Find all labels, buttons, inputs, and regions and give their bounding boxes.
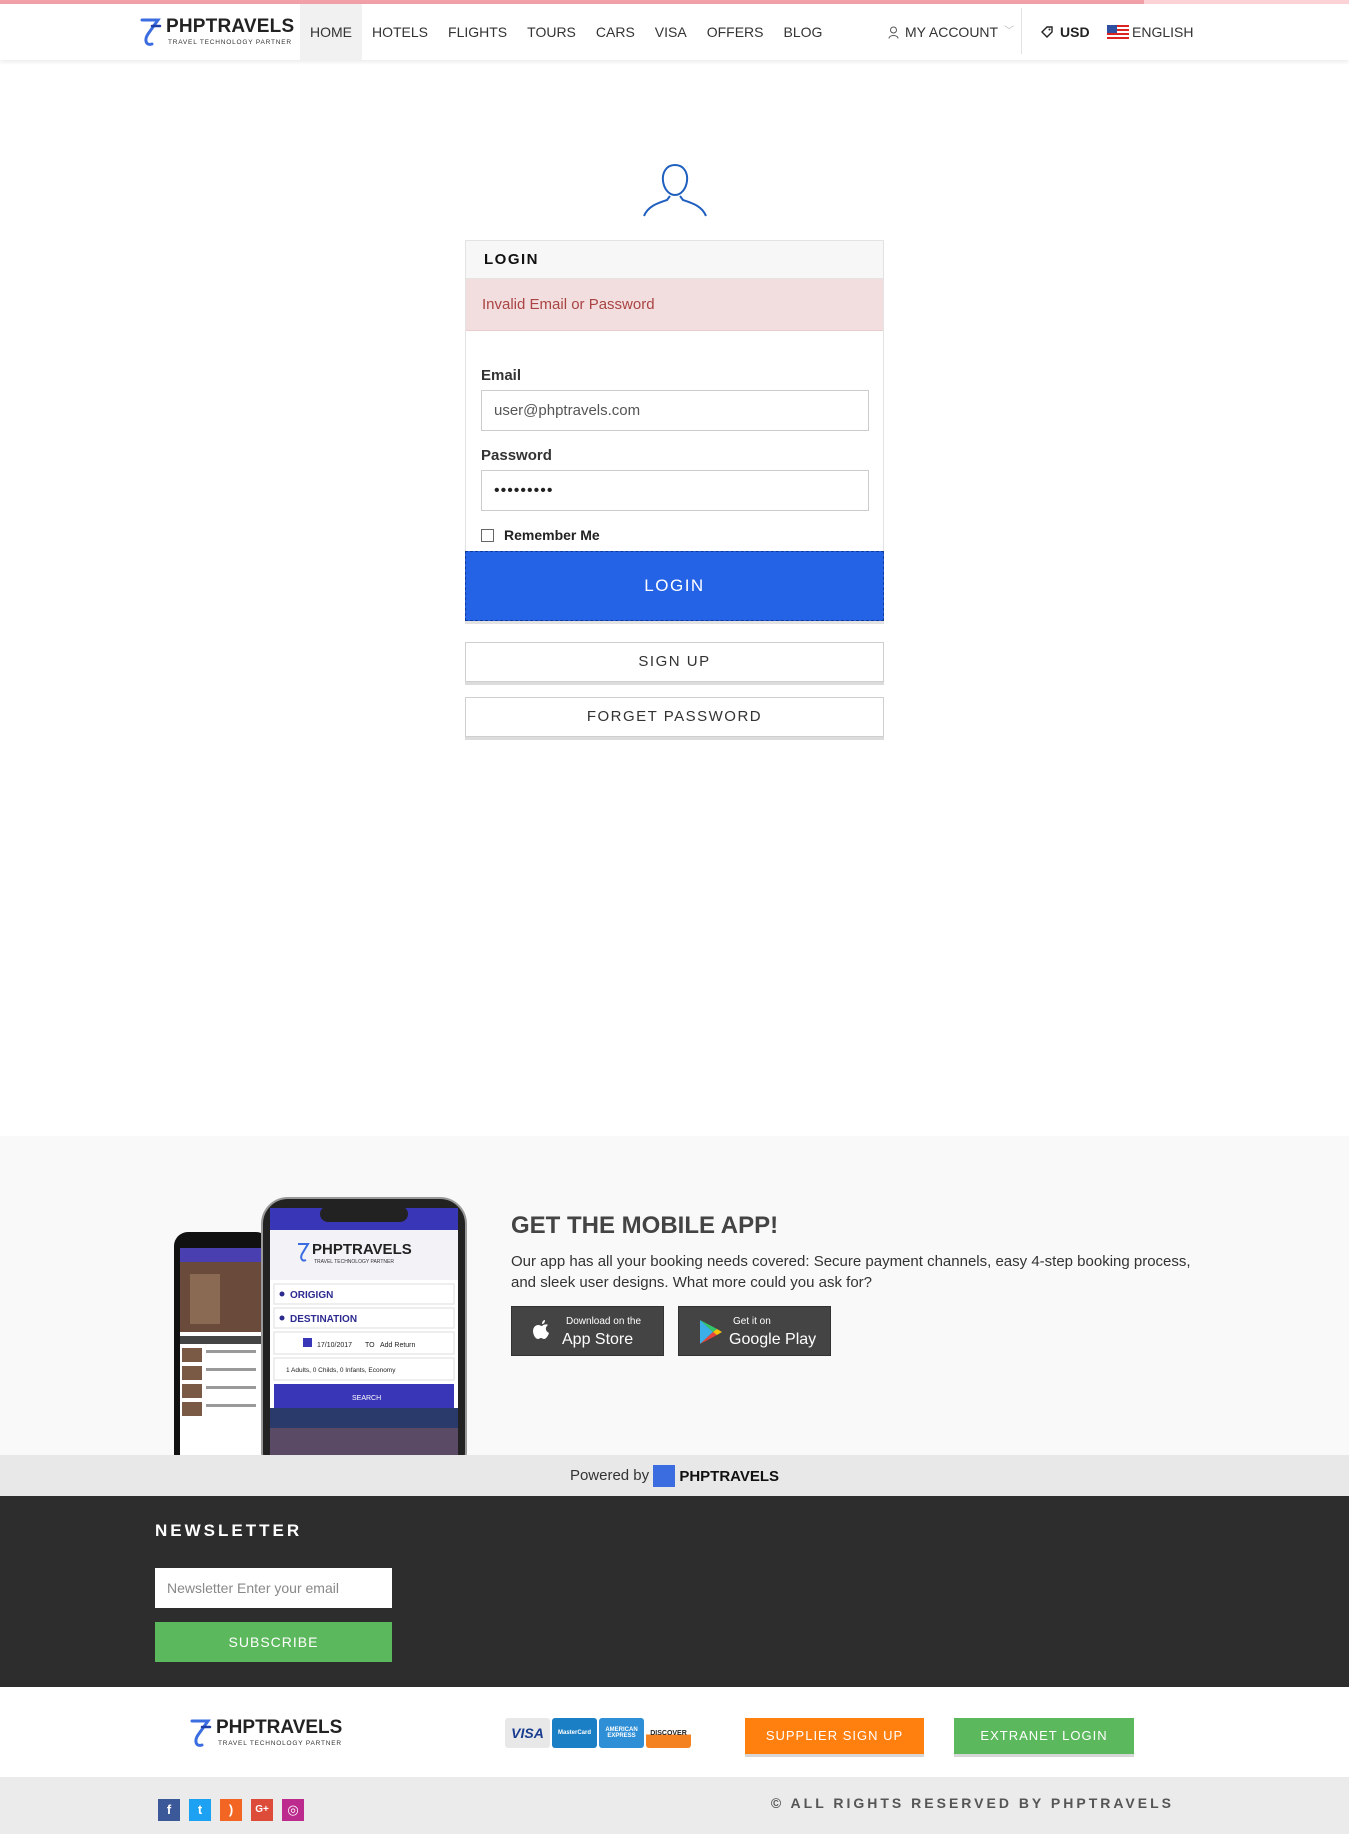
- google-play-label: Google Play: [729, 1331, 817, 1348]
- brand-name: PHPTRAVELS: [166, 16, 295, 37]
- svg-text:Add Return: Add Return: [380, 1342, 416, 1349]
- mastercard-icon: MasterCard: [552, 1718, 597, 1748]
- error-alert: Invalid Email or Password: [466, 279, 883, 331]
- email-field[interactable]: user@phptravels.com: [481, 390, 869, 431]
- language-selector[interactable]: ENGLISH: [1107, 4, 1193, 60]
- google-play-button[interactable]: Get it on Google Play: [678, 1306, 831, 1356]
- email-label: Email: [481, 367, 522, 384]
- svg-text:TO: TO: [365, 1342, 375, 1349]
- nav-offers[interactable]: OFFERS: [697, 4, 774, 60]
- powered-by-bar: Powered by PHPTRAVELS: [0, 1455, 1349, 1496]
- social-links: f t ) G+ ◎: [158, 1799, 313, 1821]
- svg-text:17/10/2017: 17/10/2017: [317, 1342, 352, 1349]
- brand-tagline: TRAVEL TECHNOLOGY PARTNER: [168, 39, 292, 46]
- facebook-icon[interactable]: f: [158, 1799, 180, 1821]
- google-play-icon: [700, 1320, 722, 1344]
- apple-icon: [533, 1320, 549, 1339]
- svg-text:SEARCH: SEARCH: [352, 1395, 381, 1402]
- footer-logo[interactable]: PHPTRAVELS TRAVEL TECHNOLOGY PARTNER: [188, 1715, 342, 1751]
- brand-logo[interactable]: PHPTRAVELS TRAVEL TECHNOLOGY PARTNER: [138, 14, 294, 50]
- brand-logo-icon: [653, 1465, 676, 1488]
- header-divider: [1021, 8, 1022, 54]
- instagram-icon[interactable]: ◎: [282, 1799, 304, 1821]
- app-description: Our app has all your booking needs cover…: [511, 1253, 1191, 1291]
- my-account-menu[interactable]: MY ACCOUNT ﹀: [888, 4, 1014, 60]
- nav-tours[interactable]: TOURS: [517, 4, 586, 60]
- tag-icon: [1041, 26, 1053, 38]
- user-icon: [888, 26, 899, 39]
- signup-button[interactable]: SIGN UP: [465, 642, 884, 682]
- visa-card-icon: VISA: [505, 1718, 550, 1748]
- svg-text:TRAVEL TECHNOLOGY PARTNER: TRAVEL TECHNOLOGY PARTNER: [314, 1259, 394, 1265]
- nav-home[interactable]: HOME: [300, 4, 362, 60]
- chevron-down-icon: ﹀: [1004, 26, 1015, 37]
- us-flag-icon: [1107, 25, 1129, 39]
- phone-mockup: PHPTRAVELS TRAVEL TECHNOLOGY PARTNER ORI…: [170, 1196, 470, 1455]
- newsletter-title: NEWSLETTER: [155, 1521, 303, 1540]
- nav-flights[interactable]: FLIGHTS: [438, 4, 517, 60]
- app-title: GET THE MOBILE APP!: [511, 1212, 779, 1239]
- remember-me[interactable]: Remember Me: [481, 527, 600, 543]
- login-button[interactable]: LOGIN: [465, 551, 884, 621]
- remember-me-checkbox[interactable]: [481, 528, 494, 542]
- password-field[interactable]: •••••••••: [481, 470, 869, 511]
- copyright-text: © ALL RIGHTS RESERVED BY PHPTRAVELS: [770, 1795, 1174, 1811]
- rss-icon[interactable]: ): [220, 1799, 242, 1821]
- forget-password-button[interactable]: FORGET PASSWORD: [465, 697, 884, 737]
- currency-selector[interactable]: USD: [1040, 4, 1090, 60]
- powered-by-text: Powered by: [569, 1467, 650, 1484]
- discover-card-icon: DISCOVER: [646, 1718, 691, 1748]
- footer-brand-tagline: TRAVEL TECHNOLOGY PARTNER: [218, 1740, 342, 1747]
- main-nav: HOME HOTELS FLIGHTS TOURS CARS VISA OFFE…: [300, 4, 832, 60]
- password-label: Password: [481, 447, 552, 464]
- svg-text:1 Adults, 0 Childs, 0 Infants,: 1 Adults, 0 Childs, 0 Infants, Economy: [286, 1367, 396, 1374]
- footer-brand-name: PHPTRAVELS: [216, 1717, 343, 1738]
- extranet-login-button[interactable]: EXTRANET LOGIN: [954, 1718, 1134, 1754]
- payment-cards: VISA MasterCard AMERICAN EXPRESS DISCOVE…: [505, 1718, 693, 1748]
- app-store-label: App Store: [562, 1331, 634, 1348]
- my-account-label: MY ACCOUNT: [905, 24, 999, 40]
- twitter-icon[interactable]: t: [189, 1799, 211, 1821]
- login-heading: LOGIN: [466, 241, 883, 279]
- powered-brand-name: PHPTRAVELS: [679, 1467, 780, 1485]
- remember-me-label: Remember Me: [504, 527, 600, 543]
- brand-logo-icon: [140, 18, 162, 46]
- supplier-signup-button[interactable]: SUPPLIER SIGN UP: [745, 1718, 924, 1754]
- subscribe-button[interactable]: SUBSCRIBE: [155, 1622, 392, 1662]
- app-store-button[interactable]: Download on the App Store: [511, 1306, 664, 1356]
- currency-label: USD: [1060, 24, 1090, 40]
- language-label: ENGLISH: [1132, 24, 1194, 40]
- site-header: PHPTRAVELS TRAVEL TECHNOLOGY PARTNER HOM…: [0, 4, 1349, 60]
- nav-hotels[interactable]: HOTELS: [362, 4, 438, 60]
- user-avatar-icon: [643, 163, 707, 217]
- amex-card-icon: AMERICAN EXPRESS: [599, 1718, 644, 1748]
- svg-text:ORIGIGN: ORIGIGN: [290, 1290, 333, 1301]
- svg-text:DESTINATION: DESTINATION: [290, 1314, 357, 1325]
- app-store-small-text: Download on the: [566, 1316, 642, 1327]
- powered-by-brand[interactable]: PHPTRAVELS: [653, 1456, 779, 1497]
- nav-visa[interactable]: VISA: [645, 4, 697, 60]
- brand-logo-icon: [190, 1719, 212, 1747]
- google-play-small-text: Get it on: [733, 1316, 771, 1327]
- svg-text:PHPTRAVELS: PHPTRAVELS: [312, 1241, 412, 1258]
- nav-blog[interactable]: BLOG: [773, 4, 832, 60]
- google-plus-icon[interactable]: G+: [251, 1799, 273, 1821]
- nav-cars[interactable]: CARS: [586, 4, 645, 60]
- newsletter-email-input[interactable]: Newsletter Enter your email: [155, 1568, 392, 1608]
